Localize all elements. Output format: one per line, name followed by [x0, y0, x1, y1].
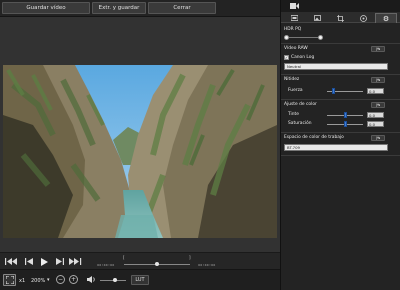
divider — [281, 74, 400, 75]
canon-log-checkbox[interactable]: ✓ — [284, 55, 289, 60]
mark-out-label: ] — [189, 255, 191, 260]
zoom-in-icon[interactable]: + — [69, 275, 78, 284]
color-space-apply-button[interactable]: |↹ — [371, 135, 385, 141]
playback-controls: xx:xx:xx [ ] xx:xx:xx — [0, 252, 280, 269]
saturation-slider-handle[interactable] — [344, 121, 347, 127]
color-adjust-label: Ajuste de color — [284, 102, 317, 107]
tint-slider-handle[interactable] — [344, 112, 347, 118]
video-raw-label: Vídeo RAW — [284, 46, 308, 51]
timecode-in: xx:xx:xx — [97, 263, 115, 267]
color-space-select[interactable]: BT.709 — [284, 144, 388, 151]
hdr-pq-label: HDR PQ — [284, 27, 302, 32]
timecode-out: xx:xx:xx — [198, 263, 216, 267]
strength-slider-handle[interactable] — [332, 88, 335, 94]
zoom-out-icon[interactable]: − — [56, 275, 65, 284]
gear-icon: ⚙ — [382, 14, 390, 23]
play-icon[interactable] — [39, 257, 49, 266]
hdr-pq-on-radio[interactable] — [318, 35, 323, 40]
panel-tabs: ⚙ — [281, 12, 400, 23]
video-raw-apply-button[interactable]: |↹ — [371, 46, 385, 52]
next-frame-icon[interactable] — [54, 257, 64, 266]
adjustment-panel: ⚙ HDR PQ Vídeo RAW |↹ ✓ Canon Log Neutra… — [280, 0, 400, 290]
sharpness-label: Nitidez — [284, 77, 300, 82]
divider — [281, 132, 400, 133]
tab-crop[interactable] — [329, 13, 351, 23]
go-to-start-icon[interactable] — [4, 257, 18, 266]
saturation-value-field[interactable]: 0.0 — [367, 121, 384, 127]
panel-header — [281, 0, 400, 12]
tab-color[interactable] — [352, 13, 374, 23]
color-space-label: Espacio de color de trabajo — [284, 135, 344, 140]
color-adjust-apply-button[interactable]: |↹ — [371, 102, 385, 108]
zoom-value[interactable]: 200% — [31, 278, 45, 284]
divider — [281, 155, 400, 156]
view-controls: x1 200% ▾ − + LUT — [0, 269, 280, 290]
playhead-handle[interactable] — [155, 262, 159, 266]
saturation-label: Saturación — [288, 121, 312, 126]
zoom-dropdown-icon[interactable]: ▾ — [47, 277, 50, 283]
mark-in-label: [ — [123, 255, 125, 260]
go-to-end-icon[interactable] — [68, 257, 84, 266]
save-video-button[interactable]: Guardar vídeo — [2, 2, 90, 14]
strength-label: Fuerza — [288, 88, 303, 93]
strength-value-field[interactable]: 0.0 — [367, 88, 384, 94]
volume-icon[interactable] — [86, 275, 96, 284]
video-frame-image — [3, 65, 277, 238]
hdr-pq-track[interactable] — [289, 37, 321, 38]
lut-button[interactable]: LUT — [131, 275, 149, 285]
volume-handle[interactable] — [113, 278, 117, 282]
sharpness-apply-button[interactable]: |↹ — [371, 77, 385, 83]
video-camera-icon — [289, 2, 299, 10]
extract-and-save-button[interactable]: Extr. y guardar — [92, 2, 146, 14]
previous-frame-icon[interactable] — [24, 257, 34, 266]
canon-log-label: Canon Log — [291, 55, 315, 60]
tint-value-field[interactable]: 0.0 — [367, 112, 384, 118]
top-toolbar: Guardar vídeo Extr. y guardar Cerrar — [0, 0, 280, 17]
tab-info[interactable] — [283, 13, 305, 23]
close-button[interactable]: Cerrar — [148, 2, 216, 14]
picture-style-select[interactable]: Neutral — [284, 63, 388, 70]
tab-settings[interactable]: ⚙ — [375, 13, 397, 23]
preview-viewport — [0, 17, 280, 252]
divider — [281, 99, 400, 100]
fullscreen-icon[interactable] — [3, 274, 16, 286]
tint-label: Tinte — [288, 112, 299, 117]
hdr-pq-off-radio[interactable] — [284, 35, 289, 40]
tab-images[interactable] — [306, 13, 328, 23]
divider — [281, 43, 400, 44]
zoom-prefix: x1 — [19, 278, 26, 284]
